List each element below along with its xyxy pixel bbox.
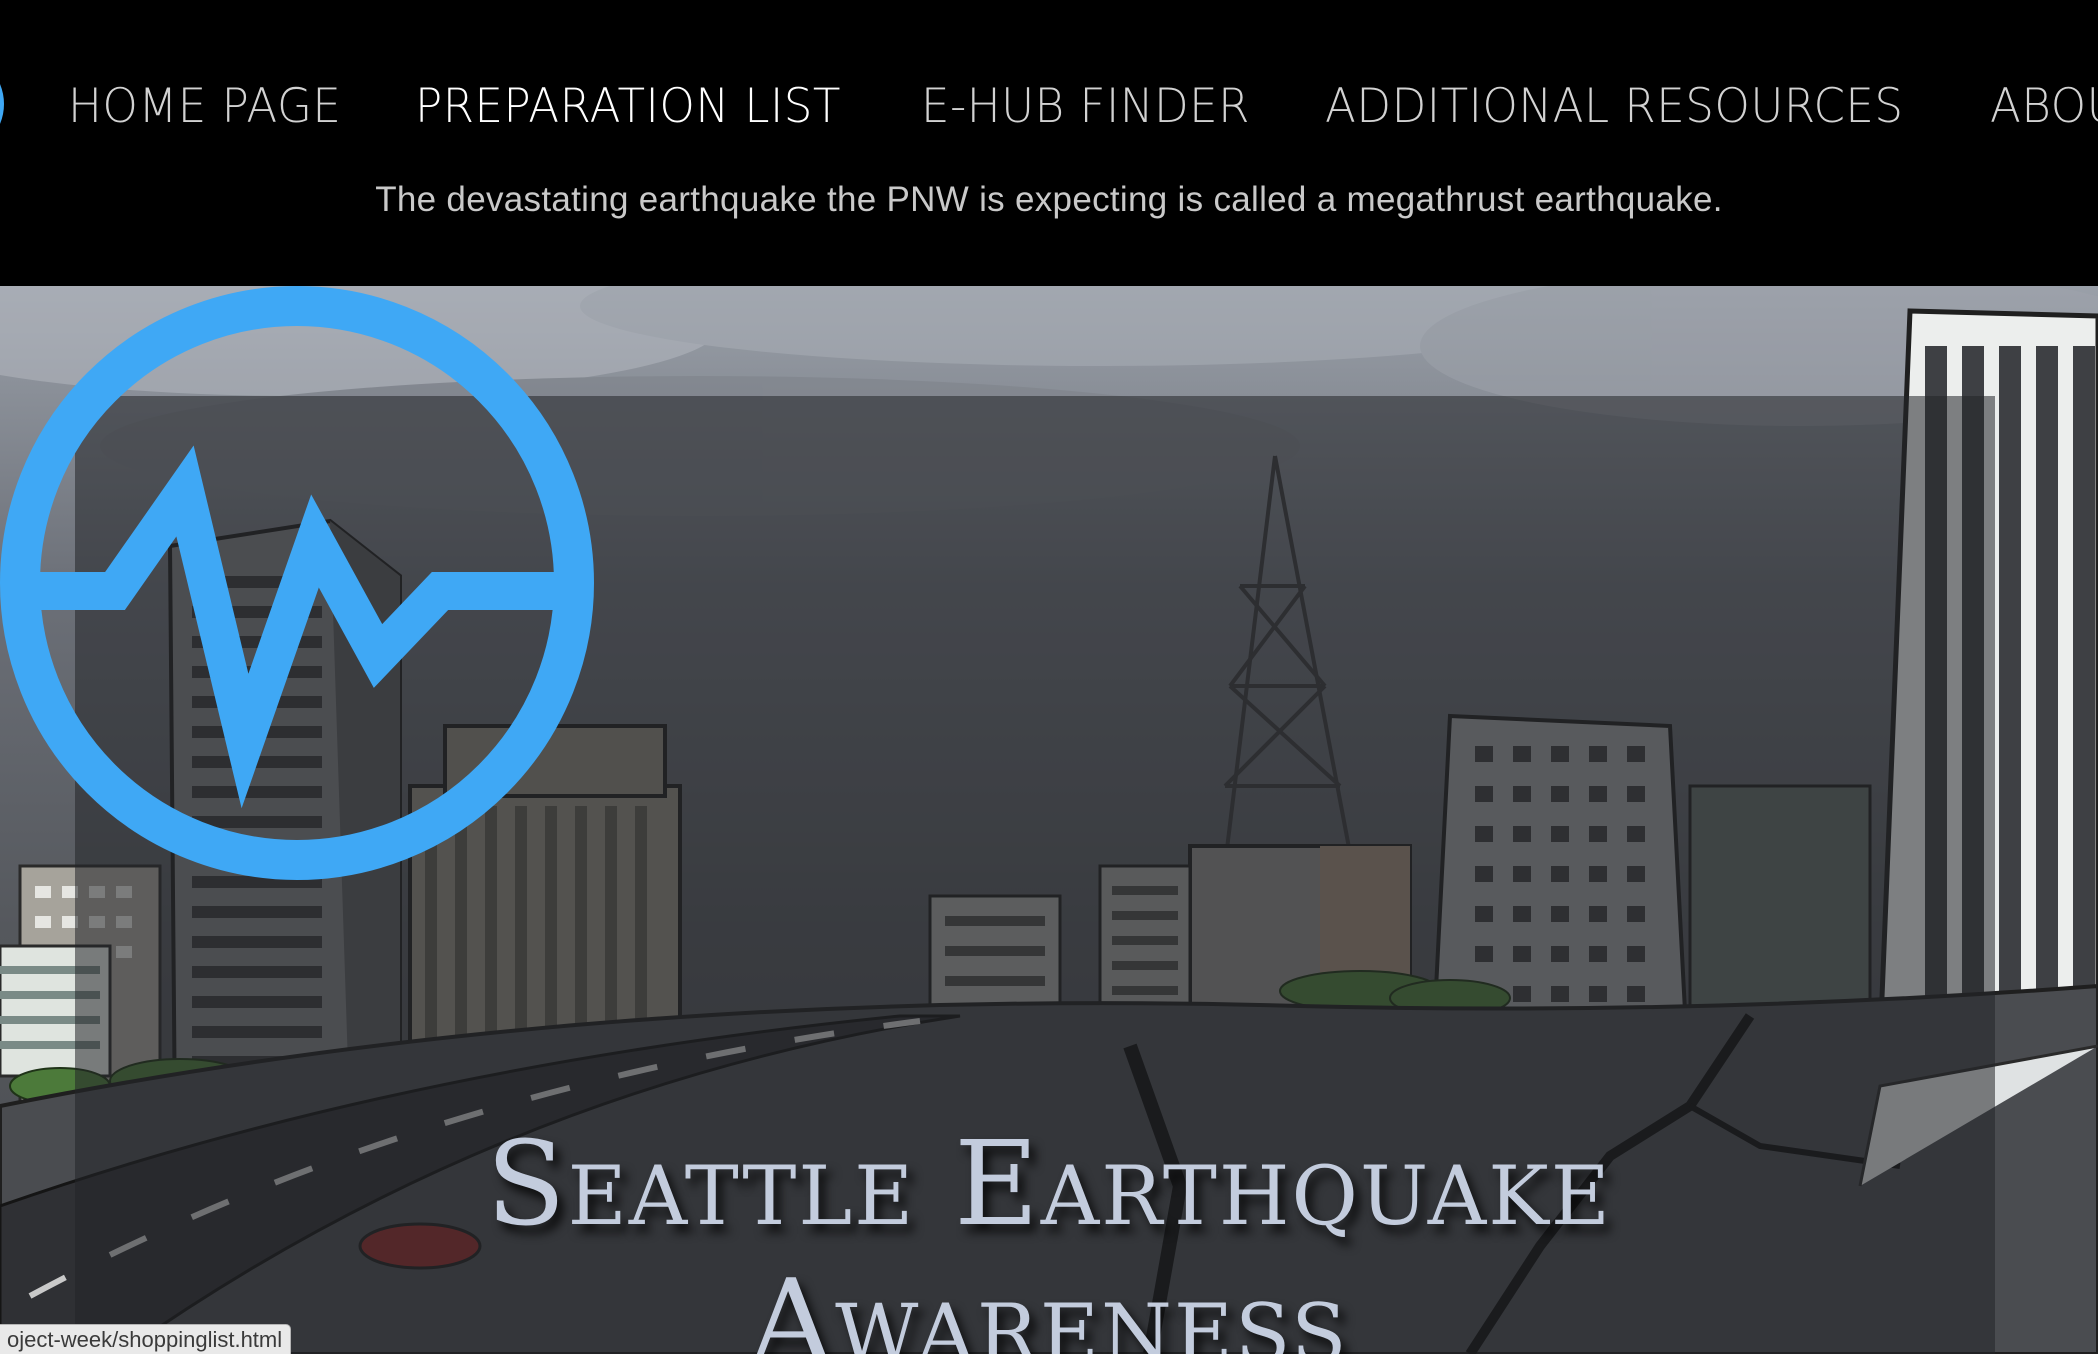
seismograph-emblem-icon [0,286,594,880]
seismograph-logo-icon[interactable] [0,52,4,156]
nav-item-home: HOME PAGE [68,72,353,142]
nav-link-preparation-list[interactable]: PREPARATION LIST [415,72,841,142]
page: HOME PAGE PREPARATION LIST E-HUB FINDER … [0,0,2098,1354]
site-header: HOME PAGE PREPARATION LIST E-HUB FINDER … [0,0,2098,286]
nav-link-home[interactable]: HOME PAGE [68,72,341,142]
nav-link-about-us[interactable]: ABOUT US [1990,72,2098,142]
earthquake-fact-text: The devastating earthquake the PNW is ex… [375,180,1723,219]
nav-item-additional-resources: ADDITIONAL RESOURCES [1325,72,1928,142]
hero-title: Seattle Earthquake Awareness [0,1116,2098,1354]
nav-item-ehub-finder: E-HUB FINDER [921,72,1264,142]
hero-section: Seattle Earthquake Awareness [0,286,2098,1354]
hero-title-line2: Awareness [749,1255,1349,1354]
nav-item-about-us: ABOUT US [1990,72,2098,142]
main-nav: HOME PAGE PREPARATION LIST E-HUB FINDER … [68,72,2098,142]
hero-title-line1: Seattle Earthquake [486,1117,1612,1252]
nav-item-preparation-list: PREPARATION LIST [415,72,859,142]
nav-link-additional-resources[interactable]: ADDITIONAL RESOURCES [1325,72,1904,142]
status-bar-url-text: oject-week/shoppinglist.html [7,1327,283,1352]
status-bar-url: oject-week/shoppinglist.html [0,1324,292,1354]
nav-link-ehub-finder[interactable]: E-HUB FINDER [921,72,1250,142]
